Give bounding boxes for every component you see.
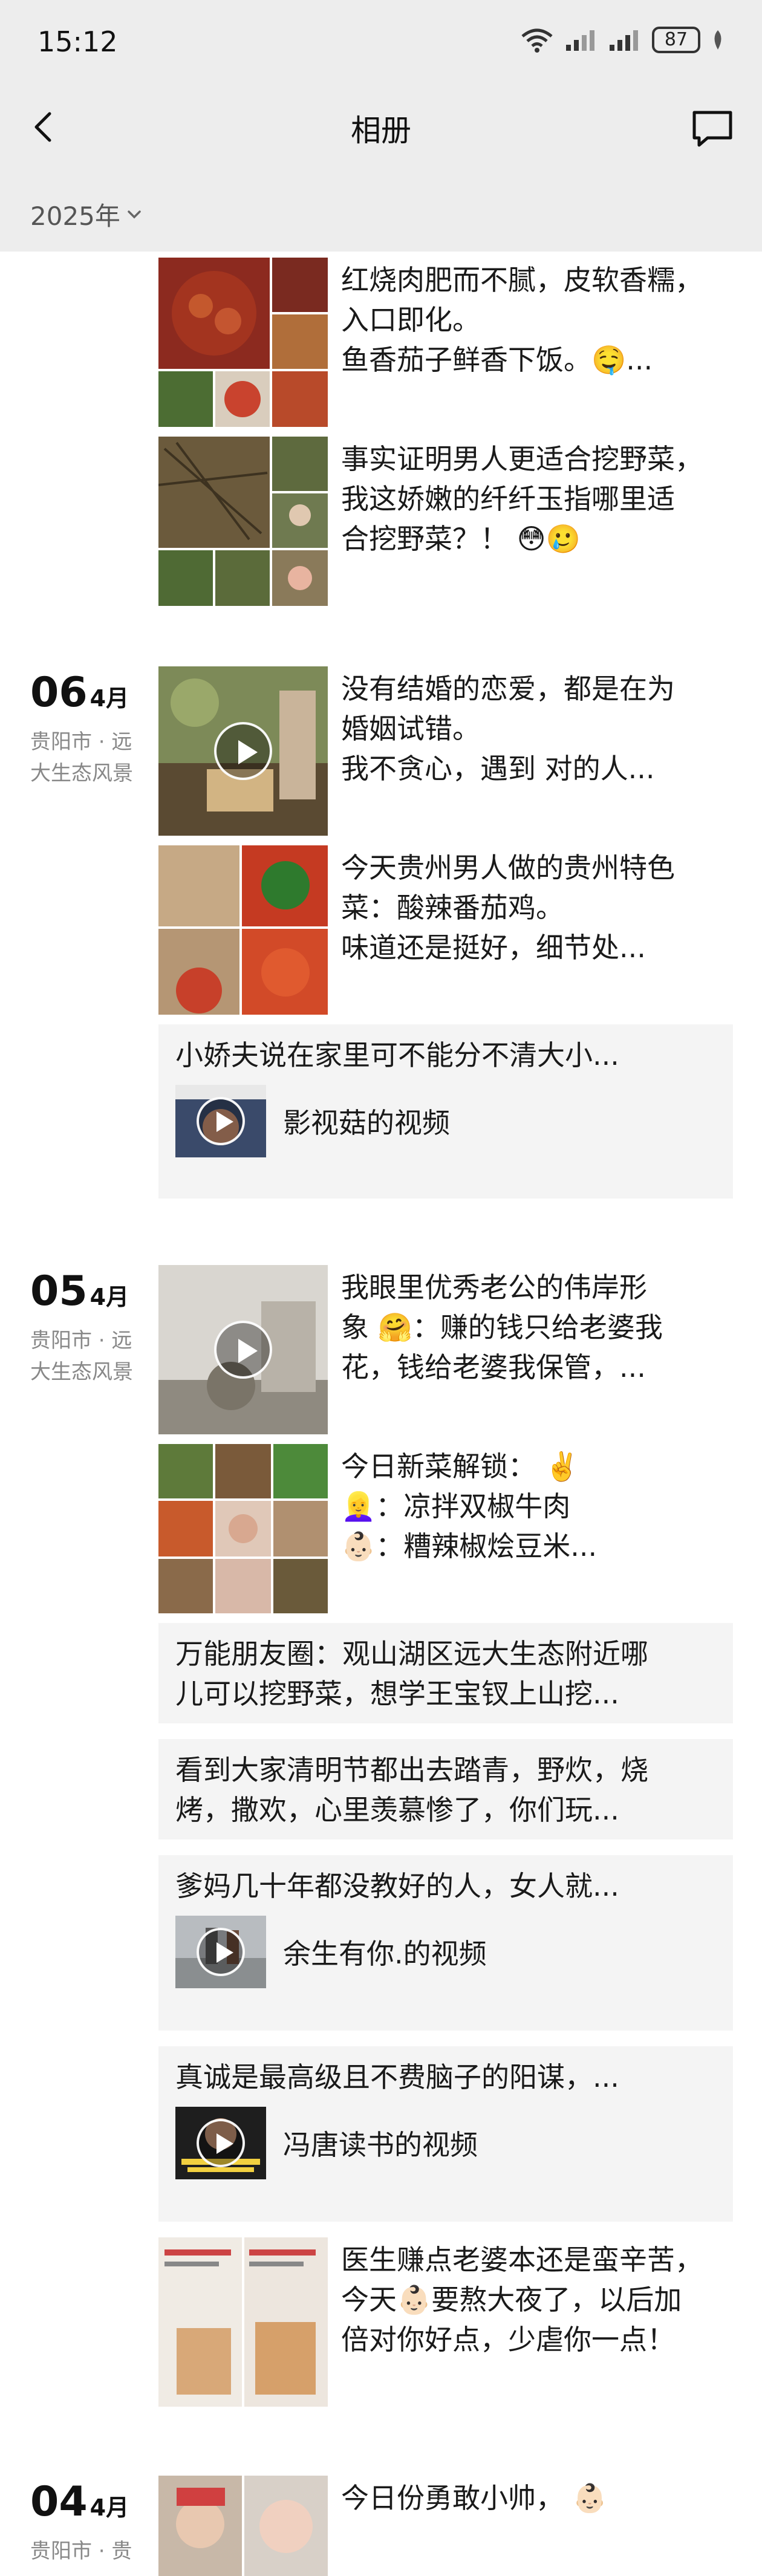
play-icon: [197, 1928, 245, 1976]
post-item[interactable]: 没有结婚的恋爱，都是在为 婚姻试错。 我不贪心，遇到 对的人...: [158, 666, 733, 836]
date-day: 04: [30, 2478, 88, 2526]
post-caption: 医生赚点老婆本还是蛮辛苦， 今天👶🏻要熬大夜了，以后加 倍对你好点，少虐你一点！: [341, 2243, 703, 2356]
shared-video-card[interactable]: 小娇夫说在家里可不能分不清大小... 影视菇的视频: [158, 1024, 733, 1199]
video-thumbnail[interactable]: [175, 2107, 266, 2179]
post-image-grid[interactable]: [158, 845, 328, 1015]
post-image-grid[interactable]: [158, 437, 328, 606]
chevron-down-icon: [128, 210, 141, 218]
text-post-card[interactable]: 看到大家清明节都出去踏青，野炊，烧 烤，撒欢，心里羡慕惨了，你们玩...: [158, 1739, 733, 1839]
post-item[interactable]: 我眼里优秀老公的伟岸形 象 🤗：赚的钱只给老婆我 花，钱给老婆我保管，...: [158, 1265, 733, 1434]
shared-video-link[interactable]: 影视菇的视频: [175, 1085, 716, 1157]
date-month: 4月: [90, 2494, 129, 2521]
video-thumbnail[interactable]: [175, 1916, 266, 1988]
video-source-label: 影视菇的视频: [283, 1107, 450, 1139]
status-time: 15:12: [37, 25, 118, 58]
leaf-icon: [714, 30, 721, 50]
shared-card-text: 真诚是最高级且不费脑子的阳谋，...: [175, 2061, 619, 2093]
date-month: 4月: [90, 685, 129, 712]
post-video-thumbnail[interactable]: [158, 666, 328, 836]
post-image-grid[interactable]: [158, 2237, 328, 2407]
video-source-label: 余生有你.的视频: [283, 1937, 487, 1970]
date-header: 04 4月 贵阳市 · 贵: [30, 2478, 151, 2567]
post-item[interactable]: 红烧肉肥而不腻，皮软香糯， 入口即化。 鱼香茄子鲜香下饭。🤤...: [158, 258, 733, 427]
text-post-card[interactable]: 万能朋友圈：观山湖区远大生态附近哪 儿可以挖野菜，想学王宝钗上山挖...: [158, 1623, 733, 1723]
post-image-grid[interactable]: [158, 1444, 328, 1613]
location-label: 贵阳市 · 远大生态风景: [30, 730, 133, 785]
date-day: 05: [30, 1267, 88, 1315]
shared-video-card[interactable]: 爹妈几十年都没教好的人，女人就... 余生有你.的视频: [158, 1855, 733, 2031]
post-item[interactable]: 今日份勇敢小帅， 👶🏻: [158, 2476, 733, 2576]
post-caption: 今日份勇敢小帅， 👶🏻: [341, 2482, 607, 2514]
post-caption: 今日新菜解锁： ✌️ 👱‍♀️：凉拌双椒牛肉 👶🏻：糟辣椒烩豆米...: [341, 1450, 598, 1563]
date-day: 06: [30, 669, 88, 717]
play-icon: [214, 722, 272, 780]
post-item[interactable]: 医生赚点老婆本还是蛮辛苦， 今天👶🏻要熬大夜了，以后加 倍对你好点，少虐你一点！: [158, 2237, 733, 2407]
date-header: 05 4月 贵阳市 · 远大生态风景: [30, 1267, 151, 1388]
post-caption: 我眼里优秀老公的伟岸形 象 🤗：赚的钱只给老婆我 花，钱给老婆我保管，...: [341, 1271, 663, 1384]
signal-icon-2: [610, 30, 638, 51]
post-item[interactable]: 今天贵州男人做的贵州特色 菜：酸辣番茄鸡。 味道还是挺好，细节处...: [158, 845, 733, 1015]
shared-video-link[interactable]: 余生有你.的视频: [175, 1916, 716, 1988]
year-dropdown[interactable]: 2025年: [30, 196, 143, 233]
date-header: 06 4月 贵阳市 · 远大生态风景: [30, 669, 151, 789]
wifi-icon: [521, 28, 553, 53]
nav-bar: 相册: [0, 85, 762, 169]
video-source-label: 冯唐读书的视频: [283, 2129, 478, 2161]
video-thumbnail[interactable]: [175, 1085, 266, 1157]
page-title: 相册: [351, 113, 411, 148]
play-icon: [197, 1097, 245, 1145]
battery-indicator: 87: [652, 27, 700, 53]
signal-icon: [566, 30, 594, 51]
post-video-thumbnail[interactable]: [158, 1265, 328, 1434]
year-label: 2025年: [30, 201, 120, 231]
post-caption: 事实证明男人更适合挖野菜， 我这娇嫩的纤纤玉指哪里适 合挖野菜？！ 😳🥲: [341, 443, 703, 555]
shared-video-link[interactable]: 冯唐读书的视频: [175, 2107, 716, 2179]
year-filter-bar: 2025年: [0, 169, 762, 252]
post-caption: 没有结婚的恋爱，都是在为 婚姻试错。 我不贪心，遇到 对的人...: [341, 672, 675, 785]
post-item[interactable]: 事实证明男人更适合挖野菜， 我这娇嫩的纤纤玉指哪里适 合挖野菜？！ 😳🥲: [158, 437, 733, 606]
play-icon: [214, 1321, 272, 1379]
post-item[interactable]: 今日新菜解锁： ✌️ 👱‍♀️：凉拌双椒牛肉 👶🏻：糟辣椒烩豆米...: [158, 1444, 733, 1613]
shared-card-text: 小娇夫说在家里可不能分不清大小...: [175, 1039, 619, 1072]
post-image-grid[interactable]: [158, 258, 328, 427]
status-icons: 87: [520, 27, 725, 53]
location-label: 贵阳市 · 贵: [30, 2539, 132, 2563]
status-bar: 15:12 87: [0, 0, 762, 85]
post-caption: 红烧肉肥而不腻，皮软香糯， 入口即化。 鱼香茄子鲜香下饭。🤤...: [341, 264, 703, 376]
message-icon[interactable]: [689, 105, 735, 151]
post-image-grid[interactable]: [158, 2476, 328, 2576]
album-feed[interactable]: 红烧肉肥而不腻，皮软香糯， 入口即化。 鱼香茄子鲜香下饭。🤤... 事实证明男人…: [0, 252, 762, 2576]
play-icon: [197, 2119, 245, 2167]
location-label: 贵阳市 · 远大生态风景: [30, 1329, 133, 1384]
shared-video-card[interactable]: 真诚是最高级且不费脑子的阳谋，... 冯唐读书的视频: [158, 2046, 733, 2222]
date-month: 4月: [90, 1284, 129, 1310]
shared-card-text: 爹妈几十年都没教好的人，女人就...: [175, 1870, 619, 1902]
post-caption: 今天贵州男人做的贵州特色 菜：酸辣番茄鸡。 味道还是挺好，细节处...: [341, 851, 675, 964]
